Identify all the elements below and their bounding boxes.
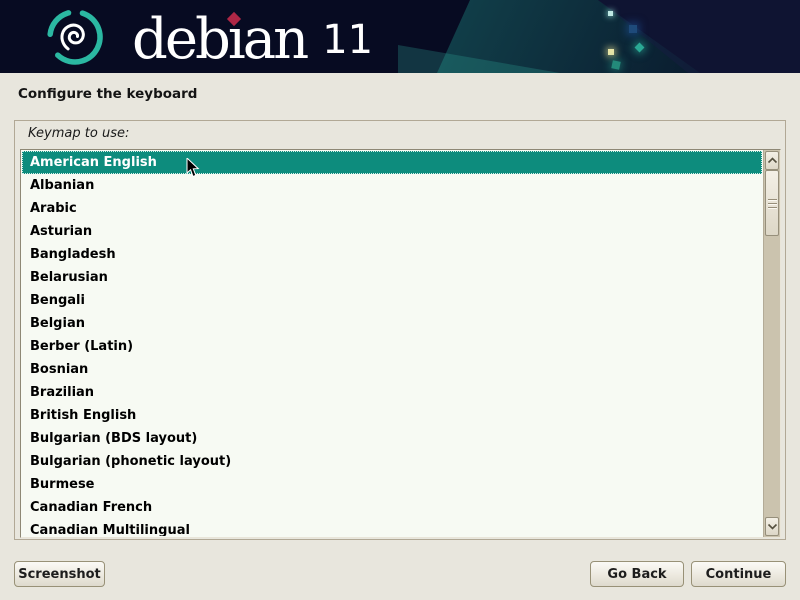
banner-square-white — [608, 11, 613, 16]
list-item[interactable]: Arabic — [22, 197, 762, 220]
keymap-frame: Keymap to use: American EnglishAlbanianA… — [14, 120, 786, 540]
scrollbar[interactable] — [763, 150, 780, 537]
thumb-grip-line — [768, 207, 777, 208]
thumb-grip-line — [768, 203, 777, 204]
keymap-rows: American EnglishAlbanianArabicAsturianBa… — [22, 151, 762, 536]
thumb-grip-line — [768, 199, 777, 200]
scroll-up-button[interactable] — [765, 151, 779, 170]
list-item[interactable]: Bangladesh — [22, 243, 762, 266]
debian-swirl-icon — [44, 6, 106, 68]
mouse-cursor-icon — [186, 158, 200, 178]
scrollbar-thumb[interactable] — [765, 170, 779, 236]
banner-square-teal — [611, 60, 620, 69]
banner-square-yellow — [608, 49, 614, 55]
page-title: Configure the keyboard — [18, 86, 197, 102]
screenshot-button[interactable]: Screenshot — [14, 561, 105, 587]
list-item[interactable]: Berber (Latin) — [22, 335, 762, 358]
list-item[interactable]: Brazilian — [22, 381, 762, 404]
list-item[interactable]: Bengali — [22, 289, 762, 312]
debian-version: 11 — [322, 20, 373, 60]
list-item[interactable]: Belarusian — [22, 266, 762, 289]
list-item[interactable]: British English — [22, 404, 762, 427]
debian-banner: debıan 11 — [0, 0, 800, 73]
list-item[interactable]: Albanian — [22, 174, 762, 197]
list-item[interactable]: Canadian Multilingual — [22, 519, 762, 536]
debian-wordmark: debıan 11 — [132, 2, 373, 70]
keymap-label: Keymap to use: — [28, 126, 129, 141]
banner-square-blue — [629, 25, 637, 33]
list-item[interactable]: Canadian French — [22, 496, 762, 519]
list-item[interactable]: Bosnian — [22, 358, 762, 381]
list-item[interactable]: Burmese — [22, 473, 762, 496]
scroll-down-button[interactable] — [765, 517, 779, 536]
list-item[interactable]: American English — [22, 151, 762, 174]
continue-button[interactable]: Continue — [691, 561, 786, 587]
keymap-list[interactable]: American EnglishAlbanianArabicAsturianBa… — [20, 149, 781, 538]
scroll-up-icon — [767, 157, 778, 164]
list-item[interactable]: Bulgarian (phonetic layout) — [22, 450, 762, 473]
go-back-button[interactable]: Go Back — [590, 561, 684, 587]
debian-wordmark-text: debıan — [132, 2, 306, 68]
list-item[interactable]: Bulgarian (BDS layout) — [22, 427, 762, 450]
debian-i-diamond: ı — [228, 7, 243, 72]
list-item[interactable]: Asturian — [22, 220, 762, 243]
scroll-down-icon — [767, 523, 778, 530]
list-item[interactable]: Belgian — [22, 312, 762, 335]
